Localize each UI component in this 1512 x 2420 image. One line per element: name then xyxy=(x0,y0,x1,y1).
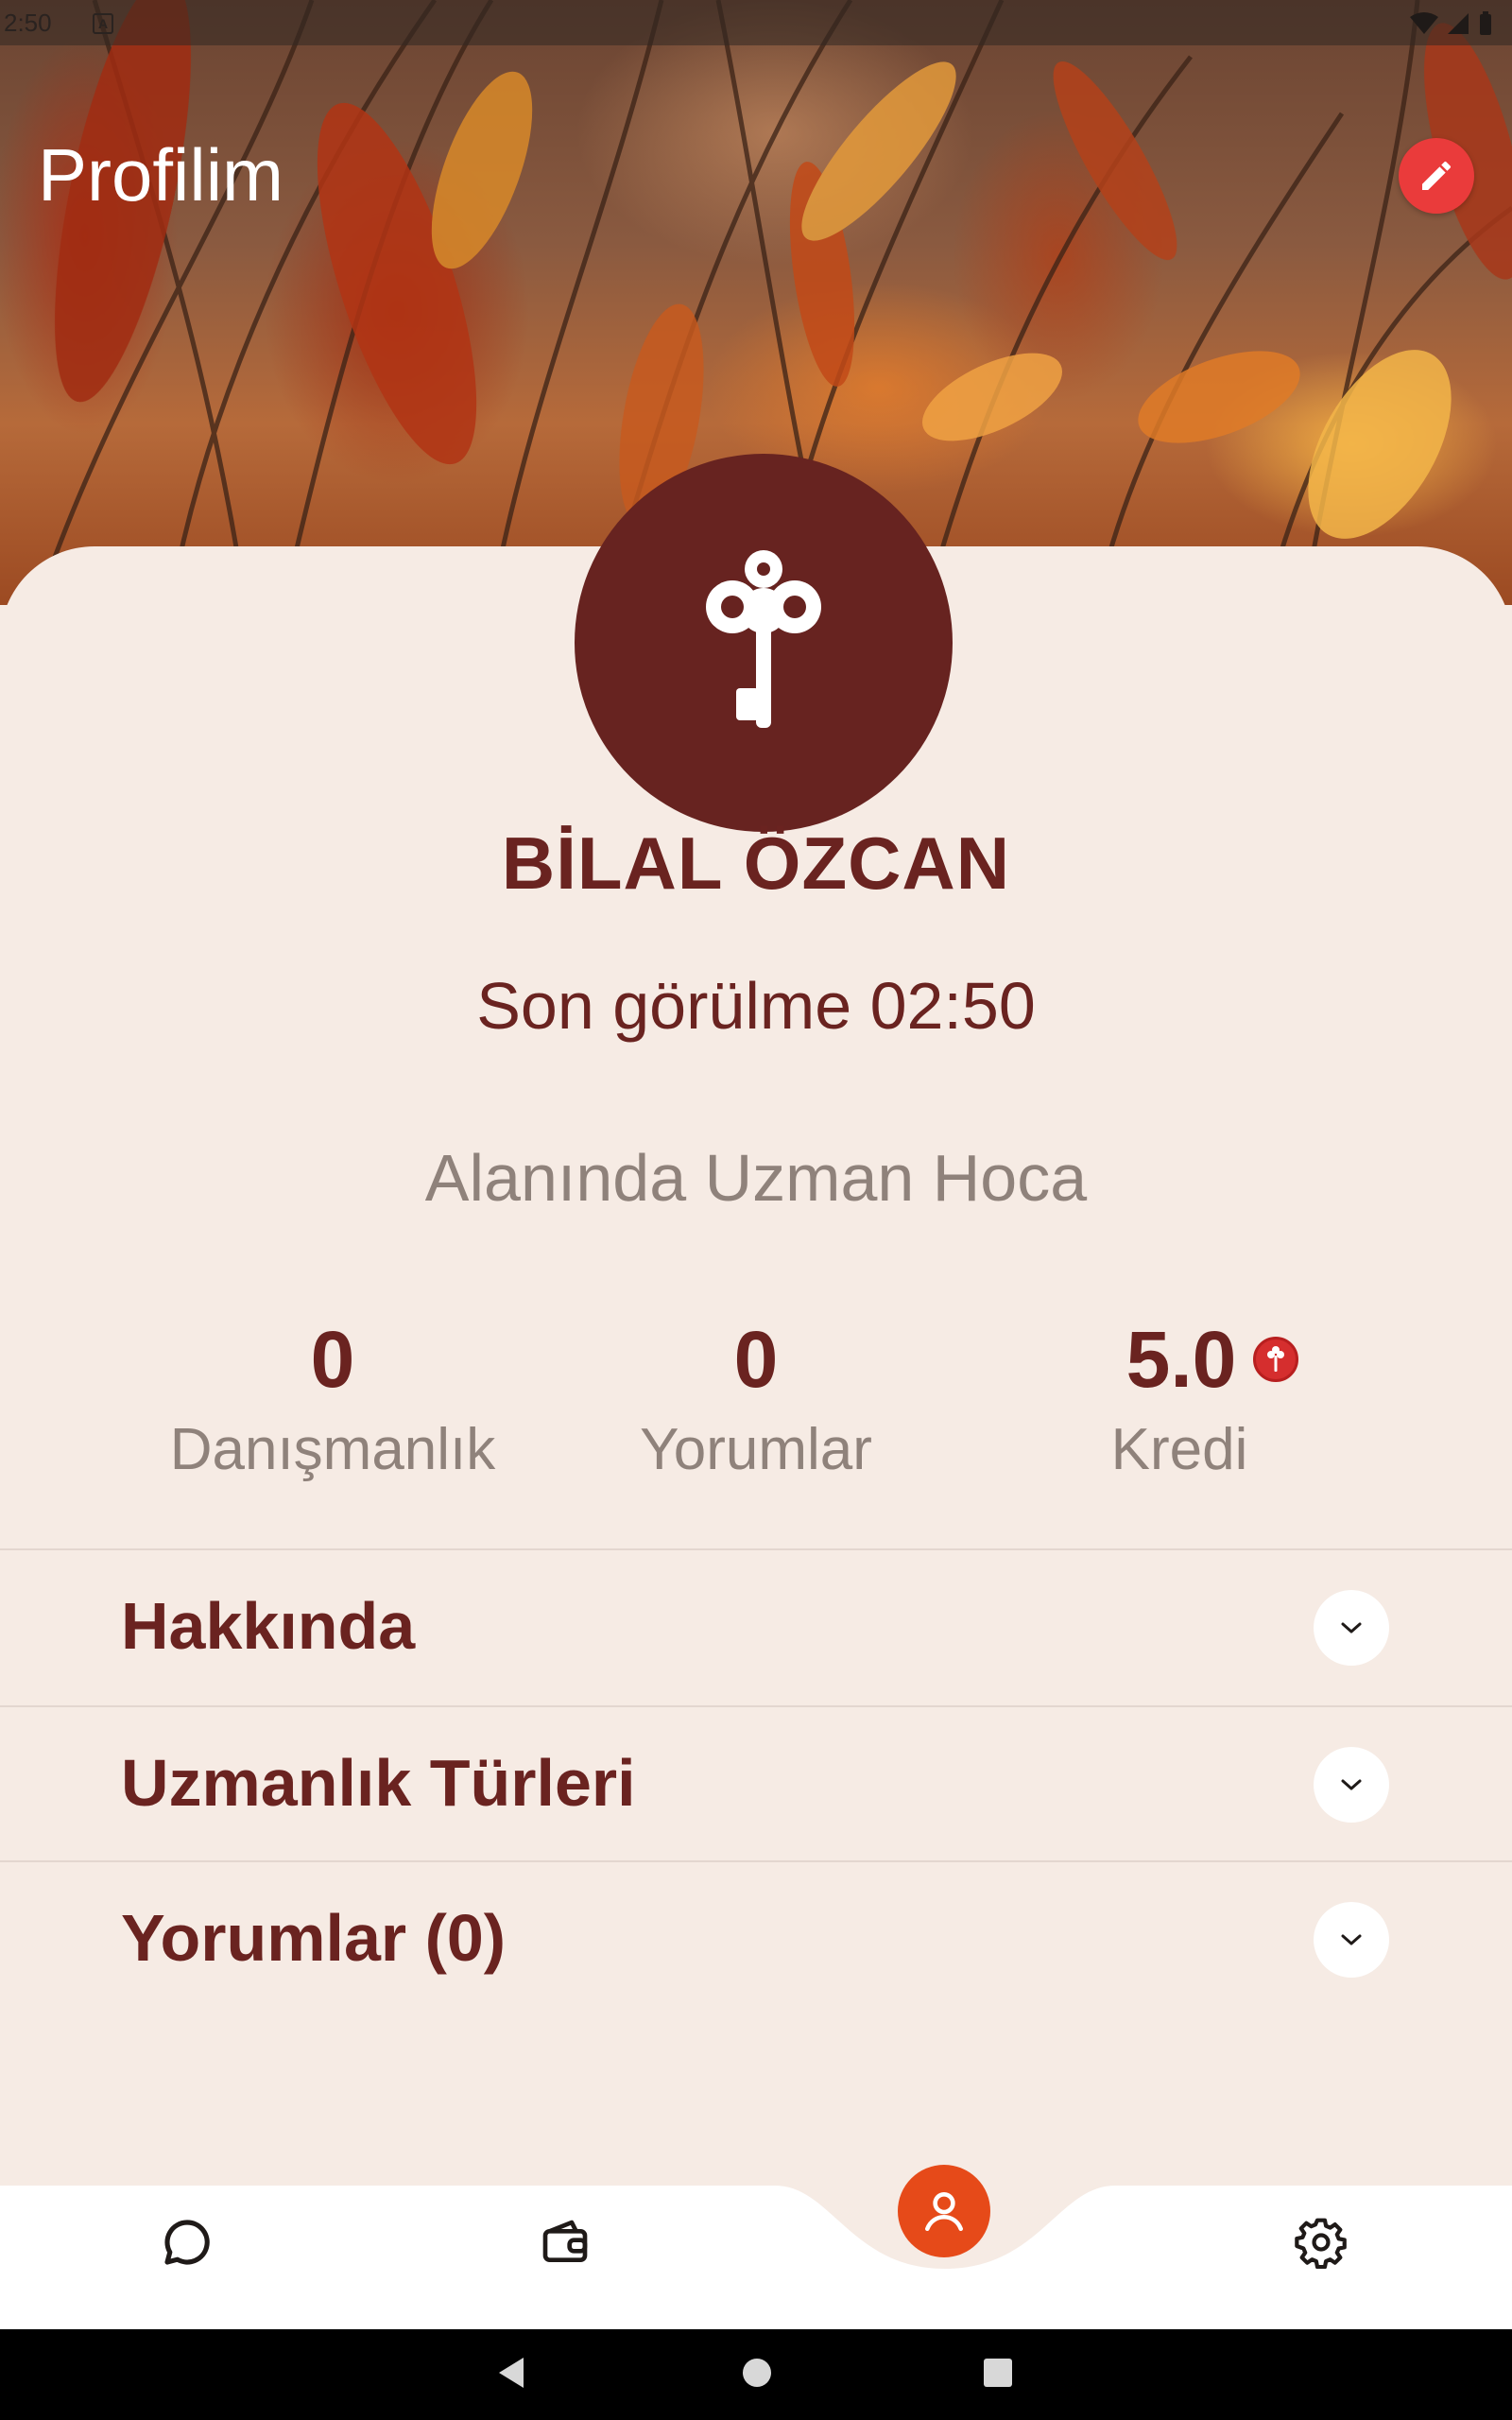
chevron-down-icon xyxy=(1341,1622,1362,1634)
expand-expertise-button[interactable] xyxy=(1314,1747,1389,1823)
battery-icon xyxy=(1480,11,1491,35)
wifi-icon xyxy=(1410,12,1438,34)
status-bar: 2:50 A xyxy=(0,0,1512,45)
last-seen-text: Son görülme 02:50 xyxy=(476,969,1036,1043)
section-label: Hakkında xyxy=(121,1589,416,1663)
stat-consultations: 0 Danışmanlık xyxy=(115,1312,550,1483)
chevron-down-icon xyxy=(1341,1934,1362,1945)
stat-label: Yorumlar xyxy=(640,1417,872,1482)
profile-name: BİLAL ÖZCAN xyxy=(501,821,1011,905)
key-icon xyxy=(706,550,821,728)
expand-reviews-button[interactable] xyxy=(1314,1902,1389,1978)
profile-subtitle: Alanında Uzman Hoca xyxy=(424,1141,1088,1215)
notification-a-icon: A xyxy=(93,13,113,34)
chevron-down-icon xyxy=(1341,1779,1362,1790)
recents-icon[interactable] xyxy=(982,2356,1014,2390)
avatar xyxy=(575,454,953,832)
pencil-icon xyxy=(1422,161,1452,190)
settings-icon xyxy=(1295,2218,1347,2269)
stat-value: 0 xyxy=(310,1315,355,1404)
stat-label: Kredi xyxy=(1110,1417,1248,1482)
stat-reviews: 0 Yorumlar xyxy=(539,1312,973,1483)
section-expertise[interactable]: Uzmanlık Türleri xyxy=(0,1707,1512,1862)
wallet-icon xyxy=(542,2220,588,2262)
chat-icon xyxy=(164,2220,210,2265)
profile-icon xyxy=(925,2192,963,2232)
edit-profile-button[interactable] xyxy=(1399,138,1474,214)
nav-wallet[interactable] xyxy=(535,2212,595,2273)
bottom-navigation xyxy=(0,2165,1512,2329)
nav-chat[interactable] xyxy=(157,2212,217,2273)
status-icons xyxy=(1410,11,1493,36)
section-label: Yorumlar (0) xyxy=(121,1901,507,1975)
expand-about-button[interactable] xyxy=(1314,1590,1389,1666)
stat-value: 5.0 xyxy=(1125,1315,1237,1404)
home-icon[interactable] xyxy=(741,2356,773,2390)
section-about[interactable]: Hakkında xyxy=(0,1550,1512,1705)
nav-profile[interactable] xyxy=(898,2165,990,2257)
stat-label: Danışmanlık xyxy=(169,1417,496,1482)
stat-credit: 5.0 Kredi xyxy=(962,1312,1397,1483)
stat-value: 0 xyxy=(733,1315,779,1404)
system-navigation-bar xyxy=(0,2329,1512,2420)
nav-settings[interactable] xyxy=(1291,2212,1351,2273)
status-time: 2:50 xyxy=(4,9,52,37)
page-title: Profilim xyxy=(38,133,284,216)
credit-coin-icon xyxy=(1253,1337,1299,1382)
section-label: Uzmanlık Türleri xyxy=(121,1746,636,1820)
signal-icon xyxy=(1448,13,1469,34)
back-icon[interactable] xyxy=(495,2356,527,2390)
section-reviews[interactable]: Yorumlar (0) xyxy=(0,1862,1512,2017)
